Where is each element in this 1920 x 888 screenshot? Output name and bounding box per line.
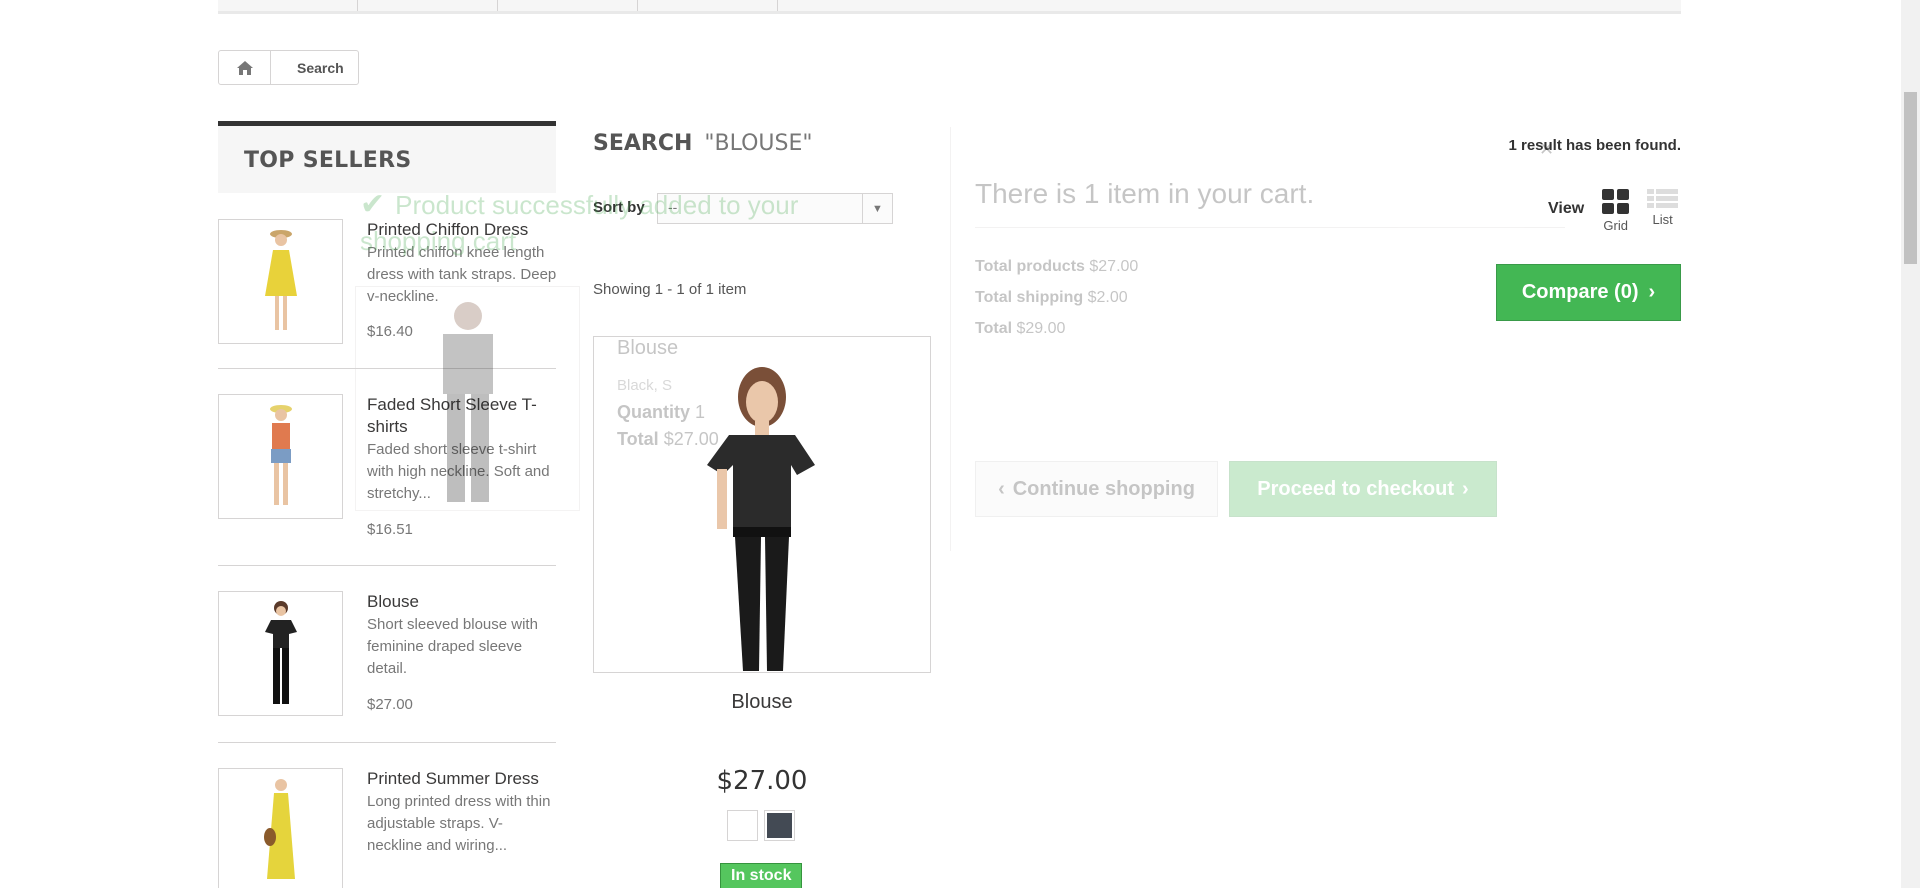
- page-scrollbar[interactable]: [1901, 0, 1920, 888]
- model-image: [269, 404, 292, 505]
- breadcrumb-home-link[interactable]: [219, 51, 271, 84]
- seller-name[interactable]: Printed Summer Dress: [367, 768, 557, 790]
- color-swatch-white[interactable]: [727, 810, 758, 841]
- cart-layer: ✔ Product successfully added to your shop…: [355, 127, 1585, 551]
- close-icon[interactable]: ✕: [1539, 139, 1554, 160]
- menu-tab[interactable]: [358, 0, 498, 11]
- top-seller-item: Printed Summer Dress Long printed dress …: [218, 768, 556, 888]
- seller-name[interactable]: Blouse: [367, 591, 557, 613]
- total-shipping-value: $2.00: [1087, 289, 1128, 306]
- product-price: $27.00: [716, 766, 808, 796]
- continue-shopping-label: Continue shopping: [1012, 477, 1195, 500]
- scrollbar-thumb[interactable]: [1904, 92, 1917, 264]
- total-products-label: Total products: [975, 258, 1085, 275]
- cart-product-attributes: Black, S: [617, 377, 673, 394]
- cart-product-image: [355, 286, 580, 511]
- chevron-right-icon: ›: [1648, 281, 1656, 303]
- cart-quantity-value: 1: [695, 402, 706, 422]
- model-image: [263, 778, 295, 879]
- view-grid-button[interactable]: Grid: [1602, 189, 1630, 233]
- top-menu-bar: [218, 0, 1681, 14]
- seller-price: $27.00: [367, 696, 413, 713]
- added-message: ✔ Product successfully added to your shop…: [360, 187, 860, 259]
- chevron-left-icon: ‹: [998, 477, 1005, 500]
- availability-badge: In stock: [720, 863, 803, 888]
- breadcrumb-current: Search: [297, 59, 344, 76]
- menu-tab[interactable]: [218, 0, 358, 11]
- product-name[interactable]: Blouse: [593, 691, 931, 714]
- breadcrumb: Search: [218, 50, 359, 85]
- model-image: [264, 229, 297, 330]
- seller-description: Long printed dress with thin adjustable …: [367, 793, 551, 854]
- product-thumbnail[interactable]: [218, 219, 343, 344]
- view-grid-label: Grid: [1603, 218, 1628, 233]
- list-icon: [1647, 189, 1679, 208]
- chevron-right-icon: ›: [1462, 477, 1469, 500]
- cart-product-thumbnail: [442, 301, 493, 502]
- proceed-to-checkout-label: Proceed to checkout: [1257, 477, 1455, 500]
- product-thumbnail[interactable]: [218, 591, 343, 716]
- cart-totals: Total products $27.00 Total shipping $2.…: [975, 251, 1138, 344]
- color-swatch-dark[interactable]: [764, 810, 795, 841]
- cart-product-title: Blouse: [617, 337, 679, 359]
- cart-layer-summary: There is 1 item in your cart. Total prod…: [950, 127, 1585, 551]
- total-products-value: $27.00: [1089, 258, 1139, 275]
- cart-item-count: There is 1 item in your cart.: [975, 178, 1315, 209]
- product-thumbnail[interactable]: [218, 768, 343, 888]
- cart-quantity-label: Quantity: [617, 402, 691, 422]
- product-thumbnail[interactable]: [218, 394, 343, 519]
- check-icon: ✔: [360, 188, 386, 221]
- grand-total-label: Total: [975, 320, 1013, 337]
- divider: [975, 227, 1565, 228]
- cart-total-label: Total: [617, 429, 659, 449]
- view-list-label: List: [1652, 212, 1673, 227]
- menu-tab[interactable]: [498, 0, 638, 11]
- grand-total-value: $29.00: [1016, 320, 1066, 337]
- seller-description: Short sleeved blouse with feminine drape…: [367, 616, 538, 677]
- color-swatches: [727, 810, 795, 841]
- view-list-button[interactable]: List: [1647, 189, 1679, 227]
- added-message-text: Product successfully added to your shopp…: [360, 190, 799, 256]
- menu-tab[interactable]: [638, 0, 778, 11]
- grid-icon: [1602, 189, 1630, 214]
- home-icon: [236, 60, 253, 75]
- continue-shopping-button[interactable]: ‹ Continue shopping: [975, 461, 1218, 517]
- model-image: [264, 600, 297, 704]
- cart-layer-product: ✔ Product successfully added to your shop…: [355, 127, 950, 551]
- total-shipping-label: Total shipping: [975, 289, 1084, 306]
- proceed-to-checkout-button[interactable]: Proceed to checkout ›: [1229, 461, 1497, 517]
- cart-product-meta: Blouse Black, S Quantity 1 Total $27.00: [617, 335, 719, 453]
- cart-total-value: $27.00: [663, 429, 719, 449]
- top-seller-item: Blouse Short sleeved blouse with feminin…: [218, 591, 556, 743]
